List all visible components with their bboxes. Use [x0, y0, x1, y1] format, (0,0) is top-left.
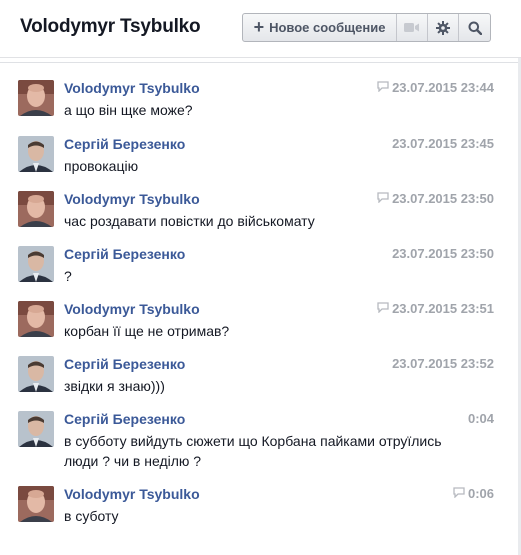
message-text: ?: [64, 268, 72, 284]
message-item: Сергій Березенко 23.07.2015 23:50?: [18, 246, 498, 292]
timestamp-text: 23.07.2015 23:50: [392, 246, 494, 261]
avatar[interactable]: [18, 246, 54, 282]
timestamp-text: 23.07.2015 23:51: [392, 301, 494, 316]
message-author[interactable]: Сергій Березенко: [64, 136, 185, 152]
plus-icon: +: [253, 17, 265, 37]
message-source-icon: [377, 191, 389, 206]
avatar[interactable]: [18, 486, 54, 522]
avatar[interactable]: [18, 136, 54, 172]
message-timestamp: 23.07.2015 23:45: [392, 136, 494, 151]
avatar[interactable]: [18, 301, 54, 337]
message-text: а що він щке може?: [64, 102, 193, 118]
message-item: Сергій Березенко 23.07.2015 23:45 провокац…: [18, 136, 498, 182]
timestamp-text: 23.07.2015 23:44: [392, 80, 494, 95]
message-text: провокацію: [64, 158, 139, 174]
message-text: звідки я знаю))): [64, 378, 165, 394]
search-button[interactable]: [459, 14, 490, 41]
message-author[interactable]: Сергій Березенко: [64, 356, 185, 372]
new-message-button[interactable]: + Новое сообщение: [243, 14, 397, 41]
message-item: Volodymyr Tsybulko 23.07.2015 23:51 корбан…: [18, 301, 498, 347]
timestamp-text: 23.07.2015 23:50: [392, 191, 494, 206]
conversation-title: Volodymyr Tsybulko: [20, 16, 201, 37]
message-source-icon: [377, 301, 389, 316]
new-message-label: Новое сообщение: [269, 20, 386, 35]
gear-icon: [436, 20, 450, 35]
message-author[interactable]: Volodymyr Tsybulko: [64, 486, 200, 502]
avatar[interactable]: [18, 356, 54, 392]
settings-button[interactable]: [428, 14, 459, 41]
message-author[interactable]: Сергій Березенко: [64, 411, 185, 427]
message-author[interactable]: Сергій Березенко: [64, 246, 185, 262]
message-timestamp: 23.07.2015 23:50: [392, 246, 494, 261]
message-text: в субботу вийдуть сюжети що Корбана пайк…: [64, 433, 442, 469]
header-divider: [0, 62, 521, 63]
avatar[interactable]: [18, 80, 54, 116]
message-timestamp: 23.07.2015 23:52: [392, 356, 494, 371]
message-source-icon: [377, 80, 389, 95]
message-timestamp: 0:06: [453, 486, 494, 501]
video-call-button[interactable]: [397, 14, 428, 41]
message-text: в суботу: [64, 508, 119, 524]
message-timestamp: 23.07.2015 23:44: [377, 80, 494, 95]
message-item: Сергій Березенко 0:04 в субботу вийдуть сю…: [18, 411, 498, 471]
search-icon: [468, 21, 482, 35]
video-icon: [404, 23, 419, 32]
message-author[interactable]: Volodymyr Tsybulko: [64, 80, 200, 96]
message-item: Сергій Березенко 23.07.2015 23:52 звідки я…: [18, 356, 498, 402]
message-item: Volodymyr Tsybulko 23.07.2015 23:44 а що в…: [18, 80, 498, 126]
message-item: Volodymyr Tsybulko 23.07.2015 23:50 час ро…: [18, 191, 498, 237]
timestamp-text: 0:06: [467, 486, 494, 501]
timestamp-text: 0:04: [467, 411, 494, 426]
avatar[interactable]: [18, 411, 54, 447]
message-author[interactable]: Volodymyr Tsybulko: [64, 301, 200, 317]
message-timestamp: 0:04: [468, 411, 494, 426]
message-timestamp: 23.07.2015 23:51: [377, 301, 494, 316]
message-source-icon: [453, 486, 465, 501]
message-timestamp: 23.07.2015 23:50: [377, 191, 494, 206]
message-item: Volodymyr Tsybulko 0:06 в суботу: [18, 486, 498, 532]
timestamp-text: 23.07.2015 23:45: [392, 136, 494, 151]
conversation-toolbar: + Новое сообщение: [242, 13, 491, 42]
timestamp-text: 23.07.2015 23:52: [392, 356, 494, 371]
message-text: корбан її ще не отримав?: [64, 323, 230, 339]
avatar[interactable]: [18, 191, 54, 227]
message-text: час роздавати повістки до військомату: [64, 213, 315, 229]
conversation-header: Volodymyr Tsybulko + Новое сообщение: [0, 0, 521, 58]
message-author[interactable]: Volodymyr Tsybulko: [64, 191, 200, 207]
